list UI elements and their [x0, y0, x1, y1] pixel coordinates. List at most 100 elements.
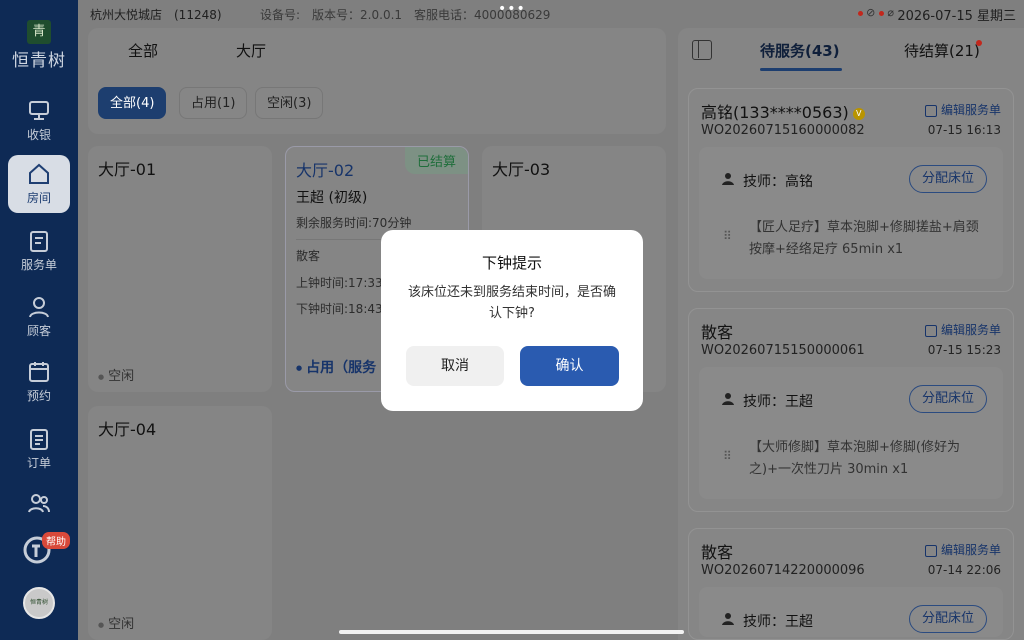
service-item: 【匠人足疗】草本泡脚+修脚搓盐+肩颈按摩+经络足疗 65min x1: [749, 220, 979, 257]
home-icon: [29, 163, 49, 184]
multitask-dots[interactable]: •••: [498, 1, 526, 17]
dialog-title: 下钟提示: [481, 254, 542, 272]
filter-idle[interactable]: 空闲(3): [255, 87, 324, 119]
service-order-icon: [30, 231, 48, 252]
technician-box: 技师：王超 分配床位 ⠿ 【大师修脚】草本泡脚+修脚(修好为之)+一次性刀片 3…: [699, 367, 1003, 499]
logo-text: 恒青树: [12, 51, 66, 71]
technician-icon: [722, 613, 734, 625]
bed-status: 空闲: [98, 613, 134, 632]
customer-name: 高铭(133****0563) V: [701, 99, 865, 123]
logo-mark: 青: [27, 20, 51, 44]
record-dot-icon: [857, 10, 863, 16]
mic-off-icon: ⌀: [887, 6, 894, 19]
sidebar: 青 恒青树 收银 房间 服务单 顾客 预约 订单 帮助 恒青树: [0, 0, 78, 640]
active-tab-indicator: [760, 68, 842, 71]
sidebar-item-customers[interactable]: 顾客: [8, 288, 70, 346]
sidebar-item-label: 服务单: [20, 258, 57, 272]
sidebar-item-label: 房间: [26, 191, 51, 205]
bed-title: 大厅-02: [296, 161, 355, 180]
customer-name: 散客: [701, 543, 734, 562]
assign-bed-button[interactable]: 分配床位: [908, 605, 987, 633]
guest-type: 散客: [296, 249, 321, 263]
sidebar-item-orders[interactable]: 订单: [8, 420, 70, 478]
sidebar-item-rooms[interactable]: 房间: [8, 155, 70, 213]
assign-bed-button[interactable]: 分配床位: [908, 385, 987, 413]
sidebar-item-label: 顾客: [26, 324, 51, 338]
tab-pending-settlement[interactable]: 待结算(21): [904, 40, 980, 61]
bed-title: 大厅-01: [98, 160, 157, 179]
filter-occupied[interactable]: 占用(1): [179, 87, 248, 119]
sidebar-item-label: 收银: [26, 128, 51, 142]
tab-all[interactable]: 全部: [128, 40, 158, 61]
end-service-dialog: 下钟提示 该床位还未到服务结束时间，是否确认下钟? 取消 确认: [381, 230, 643, 411]
order-icon: [30, 429, 48, 450]
customer-name: 散客: [701, 323, 734, 342]
sidebar-item-cashier[interactable]: 收银: [8, 92, 70, 150]
status-icons: ⊘ ⌀: [857, 6, 894, 19]
home-indicator[interactable]: [339, 630, 684, 634]
technician-box: 技师：高铭 分配床位 ⠿ 【匠人足疗】草本泡脚+修脚搓盐+肩颈按摩+经络足疗 6…: [699, 147, 1003, 279]
bed-title: 大厅-04: [98, 420, 157, 439]
avatar[interactable]: 恒青树: [23, 587, 55, 619]
collapse-panel-icon[interactable]: [692, 40, 712, 60]
remaining-time: 剩余服务时间:70分钟: [296, 216, 412, 230]
edit-service-order-button[interactable]: 编辑服务单: [924, 101, 1001, 118]
help-badge[interactable]: 帮助: [42, 532, 70, 549]
vip-icon: V: [852, 107, 865, 120]
edit-icon: [924, 544, 937, 557]
brand-logo: 青 恒青树: [0, 20, 78, 71]
filter-all[interactable]: 全部(4): [98, 87, 167, 119]
calendar-icon: [29, 362, 49, 382]
order-number: WO20260714220000096: [701, 563, 865, 578]
staff-icon: [28, 494, 50, 513]
technician-icon: [722, 393, 734, 405]
service-order-card: 高铭(133****0563) V 编辑服务单 WO202607151600000…: [688, 88, 1014, 292]
sidebar-item-service-orders[interactable]: 服务单: [8, 222, 70, 280]
datetime: 2026-07-15 星期三: [897, 9, 1016, 24]
cancel-button[interactable]: 取消: [406, 346, 504, 386]
order-time: 07-15 16:13: [927, 123, 1001, 137]
bed-card[interactable]: 大厅-04 空闲: [88, 406, 272, 640]
confirm-button[interactable]: 确认: [520, 346, 619, 386]
edit-service-order-button[interactable]: 编辑服务单: [924, 321, 1001, 338]
sidebar-item-staff[interactable]: [8, 484, 70, 520]
service-order-card: 散客 编辑服务单 WO20260714220000096 07-14 22:06…: [688, 528, 1014, 640]
technician-label: 技师：高铭: [743, 174, 813, 190]
edit-service-order-button[interactable]: 编辑服务单: [924, 541, 1001, 558]
sidebar-item-label: 预约: [26, 389, 51, 403]
record-dot-icon: [878, 10, 884, 16]
assign-bed-button[interactable]: 分配床位: [908, 165, 987, 193]
panel-tabs: 待服务(43) 待结算(21): [678, 28, 1024, 76]
bed-title: 大厅-03: [492, 160, 551, 179]
customer-icon: [29, 297, 49, 318]
edit-icon: [924, 324, 937, 337]
store-name: 杭州大悦城店 (11248): [90, 8, 222, 22]
technician-box: 技师：王超 分配床位: [699, 587, 1003, 637]
order-number: WO20260715150000061: [701, 343, 865, 358]
room-tabs-card: 全部 大厅 全部(4) 占用(1) 空闲(3): [88, 28, 666, 134]
drag-handle-icon[interactable]: ⠿: [723, 450, 733, 462]
edit-icon: [924, 104, 937, 117]
sidebar-item-appointments[interactable]: 预约: [8, 353, 70, 411]
sidebar-item-label: 订单: [26, 456, 51, 470]
tab-pending-service[interactable]: 待服务(43): [760, 40, 840, 61]
service-item: 【大师修脚】草本泡脚+修脚(修好为之)+一次性刀片 30min x1: [749, 440, 960, 477]
technician-label: 技师：王超: [743, 394, 813, 410]
technician-label: 技师：王超: [743, 614, 813, 630]
settled-badge: 已结算: [404, 147, 468, 174]
order-number: WO20260715160000082: [701, 123, 865, 138]
end-time: 下钟时间:18:43: [296, 302, 383, 316]
drag-handle-icon[interactable]: ⠿: [723, 230, 733, 242]
order-time: 07-15 15:23: [927, 343, 1001, 357]
bed-card[interactable]: 大厅-01 空闲: [88, 146, 272, 392]
technician-icon: [722, 173, 734, 185]
cashier-icon: [29, 101, 49, 120]
camera-off-icon: ⊘: [866, 6, 876, 19]
order-time: 07-14 22:06: [927, 563, 1001, 577]
service-orders-panel: 待服务(43) 待结算(21) 高铭(133****0563) V 编辑服务单 W…: [678, 28, 1024, 640]
start-time: 上钟时间:17:33: [296, 276, 383, 290]
bed-status-occupied: 占用（服务: [296, 357, 376, 377]
tab-hall[interactable]: 大厅: [236, 40, 266, 61]
service-order-card: 散客 编辑服务单 WO20260715150000061 07-15 15:23…: [688, 308, 1014, 512]
status-bar: 杭州大悦城店 (11248) 设备号: 版本号：2.0.0.1 客服电话：400…: [78, 0, 1024, 28]
